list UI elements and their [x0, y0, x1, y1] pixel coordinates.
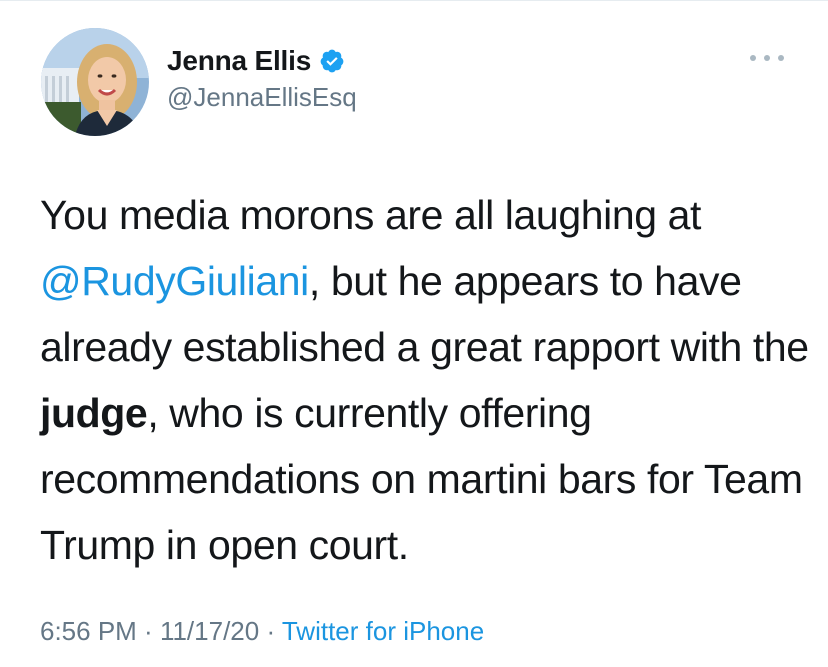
meta-separator: · — [136, 616, 160, 646]
tweet-date[interactable]: 11/17/20 — [160, 616, 259, 646]
tweet-source-link[interactable]: Twitter for iPhone — [282, 616, 484, 646]
tweet-text: You media morons are all laughing at @Ru… — [40, 182, 810, 578]
author-display-name[interactable]: Jenna Ellis — [167, 45, 311, 77]
mention-link[interactable]: @RudyGiuliani — [40, 258, 309, 304]
meta-separator: · — [259, 616, 282, 646]
tweet-meta: 6:56 PM · 11/17/20 · Twitter for iPhone — [40, 616, 484, 647]
more-options-icon[interactable] — [750, 50, 784, 66]
author-handle[interactable]: @JennaEllisEsq — [167, 82, 357, 113]
author-name-row[interactable]: Jenna Ellis — [167, 44, 345, 78]
dot-icon — [778, 55, 784, 61]
verified-badge-icon — [319, 48, 345, 74]
tweet-text-bold: judge — [40, 390, 148, 436]
dot-icon — [750, 55, 756, 61]
avatar-image — [41, 28, 149, 136]
tweet-card: Jenna Ellis @JennaEllisEsq You media mor… — [0, 0, 828, 667]
dot-icon — [764, 55, 770, 61]
tweet-time[interactable]: 6:56 PM — [40, 616, 137, 646]
avatar[interactable] — [41, 28, 149, 136]
tweet-text-segment: You media morons are all laughing at — [40, 192, 702, 238]
tweet-text-segment: , who is currently offering recommendati… — [40, 390, 803, 568]
top-divider — [0, 0, 828, 1]
